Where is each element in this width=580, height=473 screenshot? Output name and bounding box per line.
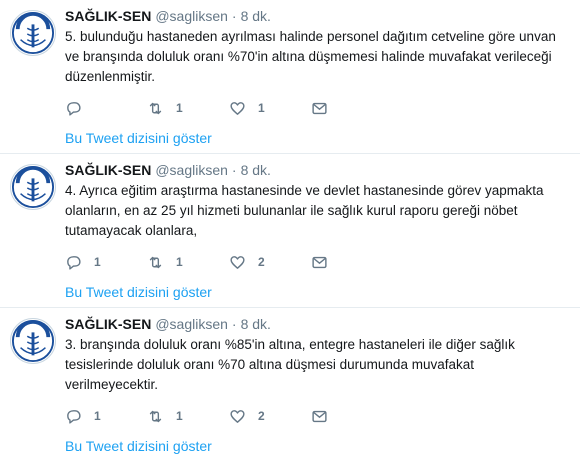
separator: · <box>231 8 237 24</box>
sagliksen-logo-icon <box>11 165 55 209</box>
retweet-button[interactable]: 1 <box>147 408 229 425</box>
tweet-actions: 1 1 2 <box>65 252 328 272</box>
retweet-button[interactable]: 1 <box>147 100 229 117</box>
tweet[interactable]: SAĞLIK-SEN @sagliksen · 8 dk. 4. Ayrıca eği… <box>0 154 580 308</box>
avatar[interactable] <box>10 318 56 364</box>
author-handle[interactable]: @sagliksen <box>155 162 228 178</box>
like-button[interactable]: 2 <box>229 408 311 425</box>
reply-count: 1 <box>94 409 101 423</box>
tweet-text: 5. bulunduğu hastaneden ayrılması halind… <box>65 29 556 84</box>
author-name[interactable]: SAĞLIK-SEN <box>65 316 151 332</box>
reply-button[interactable] <box>65 100 147 117</box>
reply-button[interactable]: 1 <box>65 254 147 271</box>
direct-message-button[interactable] <box>311 100 328 117</box>
show-thread-link[interactable]: Bu Tweet dizisini göster <box>65 130 212 146</box>
retweet-count: 1 <box>176 101 183 115</box>
author-name[interactable]: SAĞLIK-SEN <box>65 162 151 178</box>
direct-message-icon <box>312 256 327 268</box>
tweet[interactable]: SAĞLIK-SEN @sagliksen · 8 dk. 5. bulunduğu … <box>0 0 580 154</box>
sagliksen-logo-icon <box>11 319 55 363</box>
separator: · <box>231 162 237 178</box>
tweet[interactable]: SAĞLIK-SEN @sagliksen · 8 dk. 3. branşında … <box>0 308 580 462</box>
show-thread-link[interactable]: Bu Tweet dizisini göster <box>65 284 212 300</box>
reply-count: 1 <box>94 255 101 269</box>
direct-message-button[interactable] <box>311 408 328 425</box>
reply-icon <box>67 101 81 116</box>
author-handle[interactable]: @sagliksen <box>155 316 228 332</box>
like-button[interactable]: 2 <box>229 254 311 271</box>
avatar[interactable] <box>10 164 56 210</box>
show-thread-link[interactable]: Bu Tweet dizisini göster <box>65 438 212 454</box>
retweet-icon <box>149 256 162 268</box>
like-count: 2 <box>258 409 265 423</box>
author-handle[interactable]: @sagliksen <box>155 8 228 24</box>
author-name[interactable]: SAĞLIK-SEN <box>65 8 151 24</box>
tweet-time[interactable]: 8 dk. <box>241 162 271 178</box>
like-count: 2 <box>258 255 265 269</box>
separator: · <box>231 316 237 332</box>
retweet-count: 1 <box>176 409 183 423</box>
reply-icon <box>67 409 81 424</box>
tweet-time[interactable]: 8 dk. <box>241 316 271 332</box>
retweet-button[interactable]: 1 <box>147 254 229 271</box>
retweet-icon <box>149 102 162 114</box>
direct-message-button[interactable] <box>311 254 328 271</box>
like-button[interactable]: 1 <box>229 100 311 117</box>
tweet-list: SAĞLIK-SEN @sagliksen · 8 dk. 5. bulunduğu … <box>0 0 580 462</box>
retweet-count: 1 <box>176 255 183 269</box>
retweet-icon <box>149 410 162 422</box>
tweet-actions: 1 1 <box>65 98 328 118</box>
sagliksen-logo-icon <box>11 11 55 55</box>
like-icon <box>230 409 245 423</box>
like-icon <box>230 255 245 269</box>
tweet-actions: 1 1 2 <box>65 406 328 426</box>
like-icon <box>230 101 245 115</box>
reply-icon <box>67 255 81 270</box>
direct-message-icon <box>312 410 327 422</box>
like-count: 1 <box>258 101 265 115</box>
tweet-time[interactable]: 8 dk. <box>241 8 271 24</box>
direct-message-icon <box>312 102 327 114</box>
avatar[interactable] <box>10 10 56 56</box>
tweet-text: 3. branşında doluluk oranı %85'in altına… <box>65 337 515 392</box>
tweet-text: 4. Ayrıca eğitim araştırma hastanesinde … <box>65 183 544 238</box>
reply-button[interactable]: 1 <box>65 408 147 425</box>
